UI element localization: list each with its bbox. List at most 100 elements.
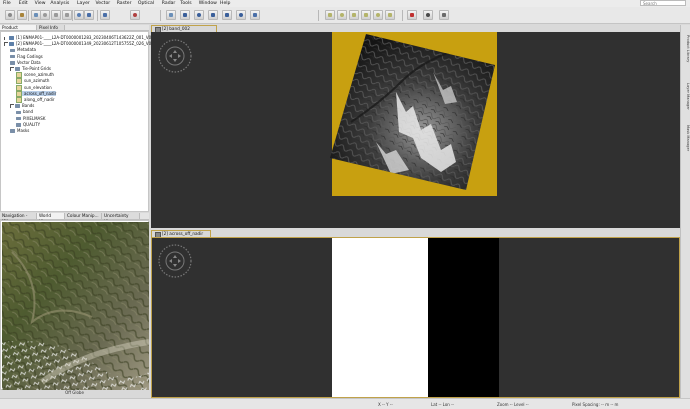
snap-icon[interactable] — [407, 10, 417, 20]
rail-tab-product-library[interactable]: Product Library — [682, 35, 690, 73]
rail-tab-mask-manager[interactable]: Mask Manager — [682, 125, 690, 161]
folder-icon — [16, 123, 21, 127]
tab-uncertainty-visualisation[interactable]: Uncertainty Vi... — [102, 213, 140, 224]
layout-icon-5[interactable] — [373, 10, 383, 20]
magic-wand-icon[interactable] — [250, 10, 260, 20]
world-view-terrain-map[interactable] — [2, 222, 149, 390]
tree-node-label: band — [23, 109, 34, 115]
navigation-compass-control[interactable] — [158, 244, 192, 278]
folder-icon — [15, 104, 20, 108]
cut-icon[interactable] — [40, 10, 50, 20]
tree-node-folder[interactable]: Tie-Point Grids — [10, 66, 51, 71]
collapsed-toggle-icon[interactable] — [4, 36, 8, 40]
folder-icon — [16, 110, 21, 115]
image-viewer-across-off-nadir[interactable] — [151, 237, 680, 398]
left-bottom-tabstrip: Navigation - [2] World View Colour Manip… — [0, 213, 149, 224]
layout-icon-3[interactable] — [349, 10, 359, 20]
menu-tools[interactable]: Tools — [180, 1, 191, 6]
paste-icon[interactable] — [62, 10, 72, 20]
menu-view[interactable]: View — [35, 1, 46, 6]
toolbar-separator — [72, 10, 73, 21]
tree-node-folder[interactable]: QUALITY — [16, 122, 40, 127]
menu-optical[interactable]: Optical — [138, 1, 154, 6]
rectangle-drawing-icon[interactable] — [180, 10, 190, 20]
menu-window[interactable]: Window — [199, 1, 217, 6]
tab-navigation[interactable]: Navigation - [2] — [0, 213, 37, 224]
tree-node-band[interactable]: scene_azimuth — [16, 72, 54, 79]
new-product-icon[interactable] — [5, 10, 15, 20]
tree-node-label: Bands — [22, 103, 35, 109]
polyline-drawing-icon[interactable] — [208, 10, 218, 20]
world-view-panel: Off Globe — [0, 220, 149, 395]
status-bar: X -- Y -- Lat -- Lon -- Zoom -- Level --… — [0, 398, 690, 409]
open-product-icon[interactable] — [17, 10, 27, 20]
layout-icon-4[interactable] — [361, 10, 371, 20]
image-viewer-band-002[interactable] — [151, 32, 680, 228]
ellipse-drawing-icon[interactable] — [236, 10, 246, 20]
viewer-tab-across-off-nadir[interactable]: [2] across_off_nadir — [151, 230, 211, 238]
polygon-drawing-icon[interactable] — [222, 10, 232, 20]
range-finder-icon[interactable] — [166, 10, 176, 20]
tree-node-folder[interactable]: Bands — [10, 103, 35, 109]
select-tool-icon[interactable] — [74, 10, 84, 20]
menu-edit[interactable]: Edit — [19, 1, 28, 6]
layout-icon-2[interactable] — [337, 10, 347, 20]
viewer-tab-band-002[interactable]: [2] band_002 — [151, 25, 217, 33]
tab-colour-manipulation[interactable]: Colour Manip... — [65, 213, 102, 219]
copy-icon[interactable] — [51, 10, 61, 20]
product-icon — [9, 36, 14, 40]
expanded-toggle-icon[interactable] — [4, 42, 8, 47]
tree-node-label: Tie-Point Grids — [22, 66, 52, 71]
zoom-tool-icon[interactable] — [100, 10, 110, 20]
tree-node-folder[interactable]: Flag Codings — [10, 54, 43, 59]
viewer-tab-label: [2] band_002 — [162, 26, 190, 31]
tree-node-band[interactable]: sun_azimuth — [16, 78, 50, 85]
folder-icon — [10, 129, 15, 133]
status-zoom: Zoom -- Level -- — [497, 402, 529, 407]
line-drawing-icon[interactable] — [194, 10, 204, 20]
tree-node-folder[interactable]: band — [16, 109, 33, 114]
menu-help[interactable]: Help — [220, 1, 230, 6]
tree-node-label: scene_azimuth — [24, 72, 54, 78]
rail-tab-layer-manager[interactable]: Layer Manager — [682, 83, 690, 119]
band-icon — [16, 84, 22, 91]
tree-node-folder[interactable]: PIXELMASK — [16, 116, 45, 121]
navigation-compass-control[interactable] — [158, 39, 192, 73]
tree-node-folder[interactable]: Vector Data — [10, 60, 41, 65]
tree-node-label: Metadata — [17, 47, 36, 53]
tie-point-grid-white-region — [332, 238, 428, 397]
status-pixel-spacing: Pixel Spacing: -- m -- m — [572, 402, 619, 407]
expanded-toggle-icon[interactable] — [10, 104, 14, 109]
tab-pixel-info[interactable]: Pixel Info — [37, 25, 65, 30]
tree-node-label: Flag Codings — [17, 53, 43, 59]
gcp-icon[interactable] — [423, 10, 433, 20]
sync-icon[interactable] — [439, 10, 449, 20]
layout-icon-6[interactable] — [385, 10, 395, 20]
menu-raster[interactable]: Raster — [117, 1, 132, 6]
folder-icon — [10, 48, 15, 53]
toolbar-separator — [318, 10, 319, 21]
tree-node-band[interactable]: along_off_nadir — [16, 97, 55, 103]
tree-node-label: sun_azimuth — [24, 78, 50, 84]
menu-vector[interactable]: Vector — [96, 1, 111, 6]
search-input[interactable] — [640, 0, 686, 6]
menu-layer[interactable]: Layer — [77, 1, 90, 6]
tree-node-band[interactable]: across_off_nadir — [16, 90, 57, 97]
menu-analysis[interactable]: Analysis — [50, 1, 69, 6]
tree-node-band[interactable]: sun_elevation — [16, 84, 52, 91]
layout-icon-1[interactable] — [325, 10, 335, 20]
world-view-caption: Off Globe — [65, 390, 84, 395]
pan-tool-icon[interactable] — [84, 10, 94, 20]
tree-node-folder[interactable]: Masks — [10, 128, 29, 133]
tab-world-view[interactable]: World View — [37, 213, 65, 224]
menu-file[interactable]: File — [3, 1, 11, 6]
pin-tool-icon[interactable] — [130, 10, 140, 20]
menu-bar: File Edit View Analysis Layer Vector Raster Opt… — [0, 0, 690, 7]
main-toolbar — [0, 7, 690, 24]
tree-node-label: QUALITY — [23, 121, 41, 127]
tree-node-label: along_off_nadir — [24, 97, 55, 102]
tab-product-explorer[interactable]: Product Explorer — [0, 25, 37, 36]
tree-node-folder[interactable]: Metadata — [10, 47, 36, 52]
menu-radar[interactable]: Radar — [162, 1, 176, 6]
expanded-toggle-icon[interactable] — [10, 67, 14, 71]
